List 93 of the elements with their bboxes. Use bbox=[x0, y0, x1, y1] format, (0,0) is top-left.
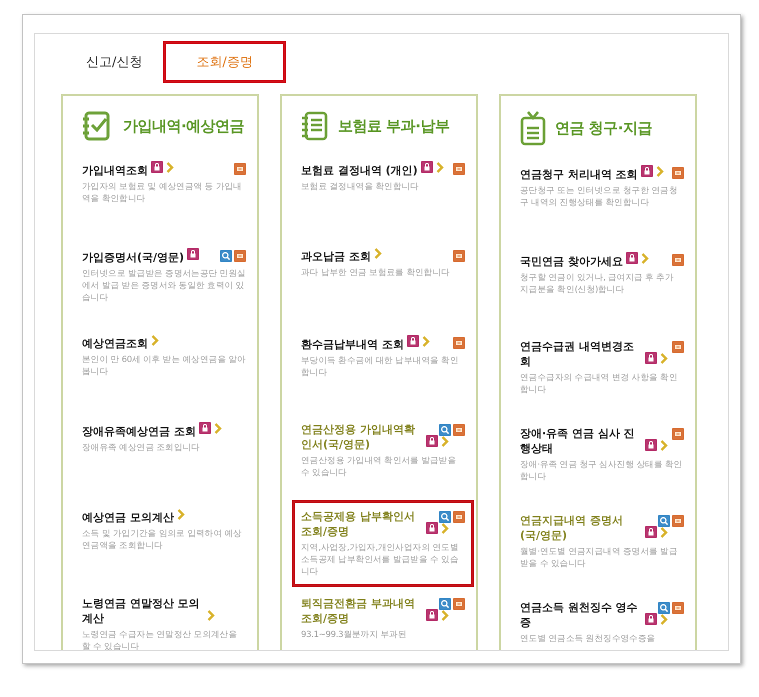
item-link[interactable]: 연금청구 처리내역 조회 bbox=[520, 167, 638, 182]
chevron-icon[interactable] bbox=[656, 166, 664, 177]
item-link[interactable]: 과오납금 조회 bbox=[301, 249, 371, 264]
item-link[interactable]: 장애·유족 연금 심사 진행상태 bbox=[520, 426, 642, 456]
item-description: 과다 납부한 연금 보험료를 확인합니다 bbox=[301, 267, 451, 279]
item-link[interactable]: 연금수급권 내역변경조회 bbox=[520, 339, 642, 369]
printer-icon[interactable] bbox=[453, 424, 465, 436]
chevron-icon[interactable] bbox=[151, 335, 159, 346]
item-description: 장애유족 예상연금 조회입니다 bbox=[82, 442, 201, 454]
lock-icon[interactable] bbox=[420, 161, 433, 173]
item-description: 인터넷으로 발급받은 증명서는공단 민원실에서 발급 받은 증명서와 동일한 효력이 있습니다 bbox=[82, 268, 246, 304]
item-link[interactable]: 예상연금조회 bbox=[82, 336, 148, 351]
lock-icon[interactable] bbox=[187, 248, 200, 260]
item-description: 부당이득 환수금에 대한 납부내역을 확인합니다 bbox=[301, 355, 460, 379]
item-link[interactable]: 장애유족예상연금 조회 bbox=[82, 424, 196, 439]
item-description: 보험료 결정내역을 확인합니다 bbox=[301, 181, 420, 193]
chevron-icon[interactable] bbox=[214, 423, 222, 434]
printer-icon[interactable] bbox=[672, 428, 684, 440]
lock-icon[interactable] bbox=[645, 439, 657, 451]
search-icon[interactable] bbox=[220, 250, 232, 262]
lock-icon[interactable] bbox=[640, 165, 653, 177]
column-title: 보험료 부과·납부 bbox=[338, 116, 450, 136]
item-description: 공단청구 또는 인터넷으로 청구한 연금청구 내역의 진행상태를 확인합니다 bbox=[520, 185, 679, 209]
search-icon[interactable] bbox=[658, 515, 670, 527]
lock-icon[interactable] bbox=[406, 335, 419, 347]
item-description: 연금산정용 가입내역 확인서를 발급받을 수 있습니다 bbox=[301, 455, 458, 479]
tab[interactable]: 신고/신청 bbox=[61, 42, 146, 82]
item-link[interactable]: 연금소득 원천징수 영수증 bbox=[520, 600, 642, 630]
search-icon[interactable] bbox=[658, 602, 670, 614]
item-description: 장애·유족 연금 청구 심사진행 상태를 확인합니다 bbox=[520, 459, 684, 483]
notebook-icon bbox=[300, 110, 330, 142]
chevron-icon[interactable] bbox=[660, 527, 668, 538]
column-title: 연금 청구·지급 bbox=[555, 118, 652, 138]
lock-icon[interactable] bbox=[626, 252, 638, 264]
search-icon[interactable] bbox=[439, 511, 451, 523]
lock-icon[interactable] bbox=[645, 352, 657, 364]
item-description: 지역,사업장,가입자,개인사업자의 연도별 소득공제 납부확인서를 발급받을 수 있습니다 bbox=[301, 542, 460, 578]
chevron-icon[interactable] bbox=[441, 610, 449, 621]
printer-icon[interactable] bbox=[453, 163, 465, 175]
item-description: 소득 및 가입기간을 임의로 입력하여 예상연금액을 조회합니다 bbox=[82, 528, 243, 552]
printer-icon[interactable] bbox=[234, 163, 246, 175]
printer-icon[interactable] bbox=[672, 254, 684, 266]
item-link[interactable]: 가입내역조회 bbox=[82, 163, 148, 178]
item-link[interactable]: 환수금납부내역 조회 bbox=[301, 337, 404, 352]
item-description: 93.1~99.3월분까지 부과된 bbox=[301, 629, 408, 641]
chevron-icon[interactable] bbox=[441, 523, 449, 534]
lock-icon[interactable] bbox=[198, 422, 211, 434]
search-icon[interactable] bbox=[439, 424, 451, 436]
item-description: 본인이 만 60세 이후 받는 예상연금을 알아봅니다 bbox=[82, 354, 246, 378]
printer-icon[interactable] bbox=[672, 602, 684, 614]
printer-icon[interactable] bbox=[672, 167, 684, 179]
item-link[interactable]: 보험료 결정내역 (개인) bbox=[301, 163, 418, 178]
lock-icon[interactable] bbox=[426, 609, 438, 621]
item-link[interactable]: 소득공제용 납부확인서 조회/증명 bbox=[301, 509, 423, 539]
printer-icon[interactable] bbox=[234, 250, 246, 262]
item-description: 월별·연도별 연금지급내역 증명서를 발급 받을 수 있습니다 bbox=[520, 546, 679, 570]
column-title: 가입내역·예상연금 bbox=[123, 116, 244, 136]
tag-icon bbox=[519, 110, 547, 146]
printer-icon[interactable] bbox=[453, 250, 465, 262]
printer-icon[interactable] bbox=[672, 515, 684, 527]
item-link[interactable]: 퇴직금전환금 부과내역 조회/증명 bbox=[301, 596, 423, 626]
item-description: 가입자의 보험료 및 예상연금액 등 가입내역을 확인합니다 bbox=[82, 181, 243, 205]
chevron-icon[interactable] bbox=[441, 436, 449, 447]
lock-icon[interactable] bbox=[426, 522, 438, 534]
item-description: 노령연금 수급자는 연말정산 모의계산을 할 수 있습니다 bbox=[82, 629, 238, 650]
item-link[interactable]: 가입증명서(국/영문) bbox=[82, 250, 184, 265]
chevron-icon[interactable] bbox=[176, 509, 185, 520]
item-description: 연금수급자의 수급내역 변경 사항을 확인합니다 bbox=[520, 372, 679, 396]
item-link[interactable]: 노령연금 연말정산 모의계산 bbox=[82, 596, 204, 626]
item-link[interactable]: 예상연금 모의계산 bbox=[82, 510, 174, 525]
printer-icon[interactable] bbox=[672, 341, 684, 353]
lock-icon[interactable] bbox=[645, 526, 657, 538]
lock-icon[interactable] bbox=[645, 613, 657, 625]
printer-icon[interactable] bbox=[453, 337, 465, 349]
item-link[interactable]: 국민연금 찾아가세요 bbox=[520, 254, 623, 269]
item-link[interactable]: 연금지급내역 증명서 (국/영문) bbox=[520, 513, 642, 543]
chevron-icon[interactable] bbox=[166, 162, 174, 173]
chevron-icon[interactable] bbox=[640, 253, 649, 264]
lock-icon[interactable] bbox=[426, 435, 438, 447]
chevron-icon[interactable] bbox=[660, 353, 668, 364]
chevron-icon[interactable] bbox=[207, 610, 215, 621]
item-description: 연도별 연금소득 원천징수영수증을 bbox=[520, 633, 656, 645]
item-link[interactable]: 연금산정용 가입내역확인서(국/영문) bbox=[301, 422, 423, 452]
chevron-icon[interactable] bbox=[436, 162, 444, 173]
chevron-icon[interactable] bbox=[374, 248, 382, 259]
lock-icon[interactable] bbox=[151, 161, 163, 173]
chevron-icon[interactable] bbox=[660, 614, 668, 625]
search-icon[interactable] bbox=[439, 598, 451, 610]
chevron-icon[interactable] bbox=[422, 336, 430, 347]
printer-icon[interactable] bbox=[453, 511, 465, 523]
item-description: 청구할 연금이 있거나, 급여지급 후 추가 지급분을 확인(신청)합니다 bbox=[520, 272, 675, 296]
chevron-icon[interactable] bbox=[660, 440, 668, 451]
printer-icon[interactable] bbox=[453, 598, 465, 610]
